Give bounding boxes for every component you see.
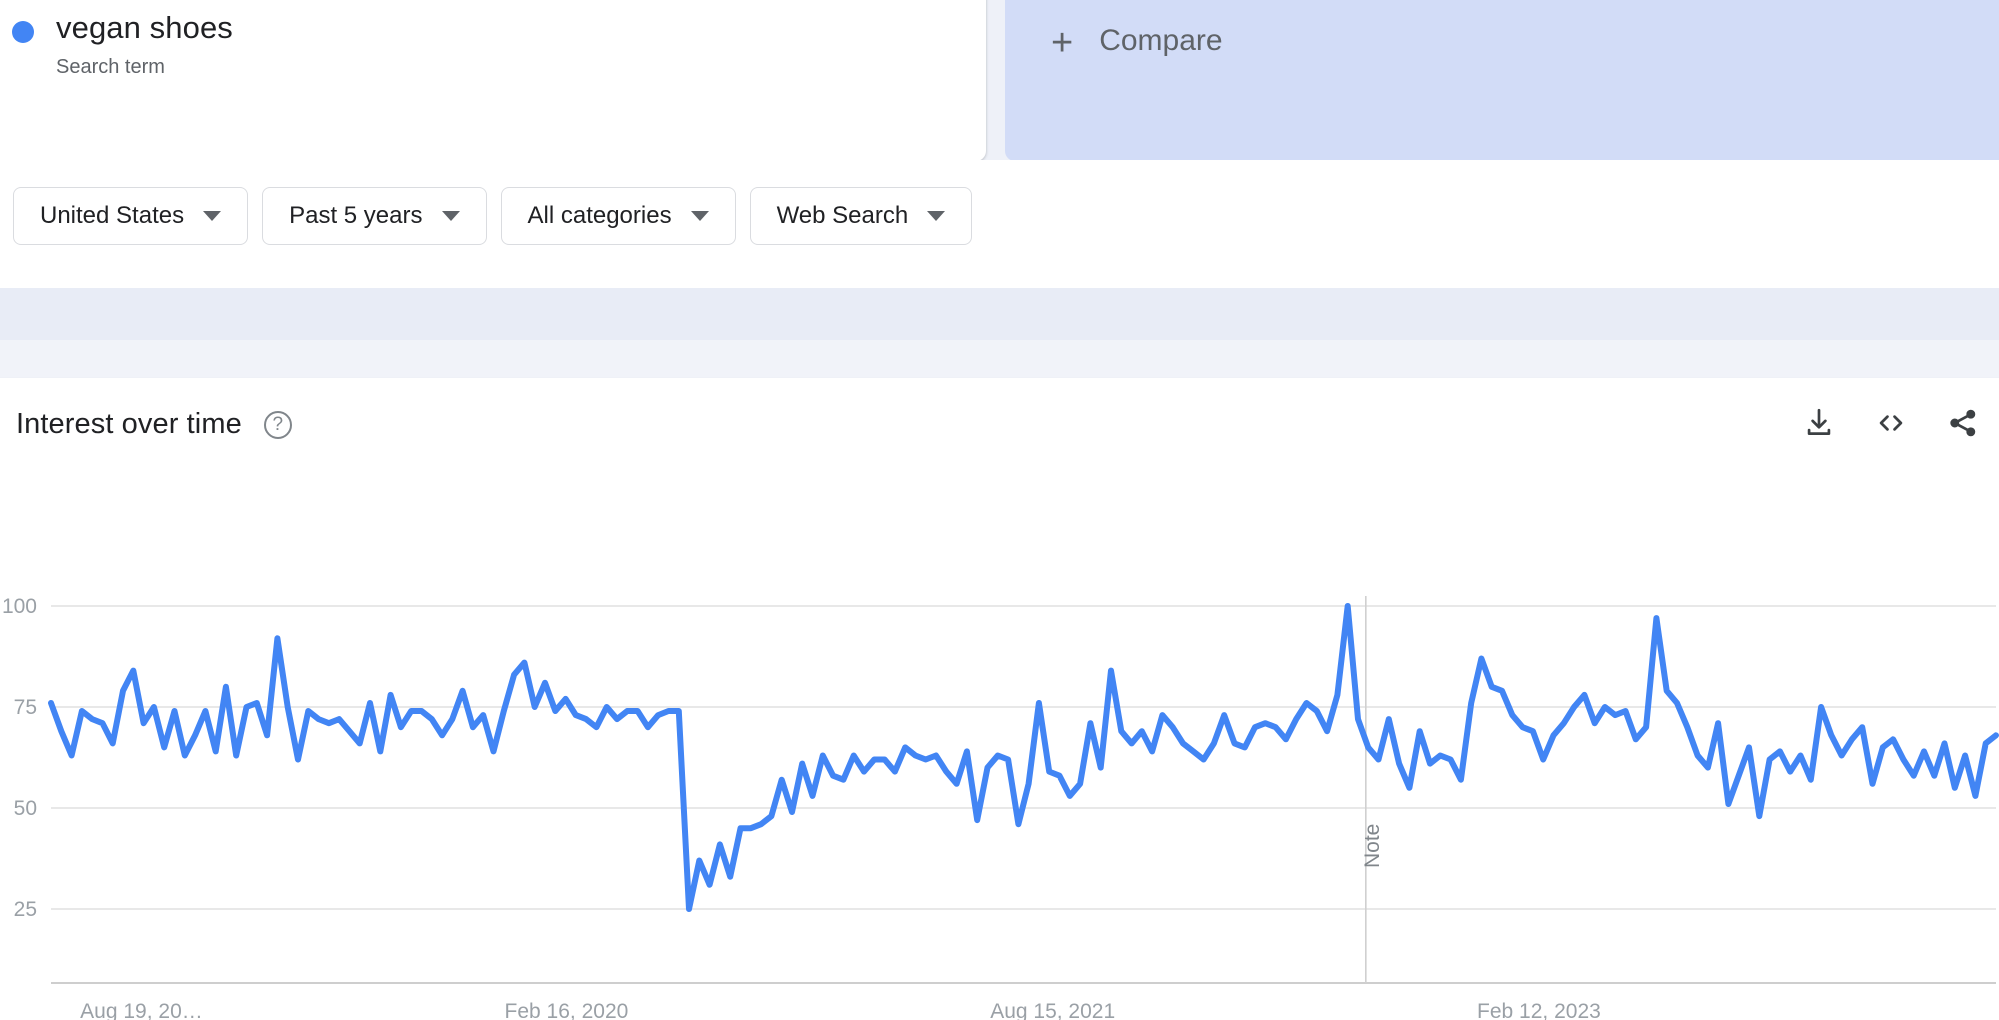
chevron-down-icon [442, 211, 460, 221]
filter-search-type-label: Web Search [777, 202, 909, 230]
search-term-type: Search term [56, 56, 233, 79]
y-axis-tick: 25 [14, 898, 37, 921]
filter-search-type[interactable]: Web Search [750, 187, 973, 245]
chevron-down-icon [203, 211, 221, 221]
query-row: vegan shoes Search term + Compare [0, 0, 1999, 160]
x-axis-tick: Aug 15, 2021 [990, 1000, 1115, 1020]
y-axis-tick: 100 [2, 595, 37, 618]
embed-code-icon[interactable] [1874, 406, 1908, 445]
compare-card[interactable]: + Compare [1005, 0, 1999, 161]
search-term-name: vegan shoes [56, 10, 233, 46]
page-title: Interest over time [16, 408, 242, 441]
filter-location[interactable]: United States [13, 187, 248, 245]
series-color-dot [12, 21, 34, 43]
filter-time-range-label: Past 5 years [289, 202, 422, 230]
filter-location-label: United States [40, 202, 184, 230]
help-glyph: ? [273, 415, 284, 434]
compare-label: Compare [1099, 24, 1222, 57]
plus-icon: + [1051, 24, 1073, 62]
x-axis-tick: Feb 12, 2023 [1477, 1000, 1601, 1020]
chart-action-bar [1802, 406, 1980, 445]
interest-over-time-card: Interest over time ? [0, 378, 1999, 1020]
note-annotation-label: Note [1361, 824, 1384, 868]
search-term-texts: vegan shoes Search term [56, 10, 233, 79]
filter-bar: United States Past 5 years All categorie… [0, 160, 1999, 272]
chevron-down-icon [927, 211, 945, 221]
x-axis-tick: Aug 19, 20… [80, 1000, 203, 1020]
y-axis-tick: 50 [14, 797, 37, 820]
filter-category-label: All categories [528, 202, 672, 230]
section-divider-upper [0, 288, 1999, 340]
trends-page: vegan shoes Search term + Compare United… [0, 0, 1999, 1020]
interest-over-time-chart[interactable]: 100 75 50 25 Aug 19, 20… Feb 16, 2020 Aug 15, … [0, 478, 1999, 1020]
search-term-card[interactable]: vegan shoes Search term [0, 0, 986, 161]
filter-category[interactable]: All categories [501, 187, 736, 245]
share-icon[interactable] [1946, 406, 1980, 445]
chart-title-group: Interest over time ? [16, 408, 292, 441]
chart-header: Interest over time ? [0, 378, 1999, 488]
y-axis-tick: 75 [14, 696, 37, 719]
chart-svg: 100 75 50 25 Aug 19, 20… Feb 16, 2020 Aug 15, … [0, 478, 1999, 1020]
filter-time-range[interactable]: Past 5 years [262, 187, 486, 245]
help-circle-icon[interactable]: ? [264, 411, 292, 439]
chevron-down-icon [691, 211, 709, 221]
series-line-vegan-shoes [51, 606, 1996, 909]
download-icon[interactable] [1802, 406, 1836, 445]
x-axis-tick: Feb 16, 2020 [505, 1000, 629, 1020]
